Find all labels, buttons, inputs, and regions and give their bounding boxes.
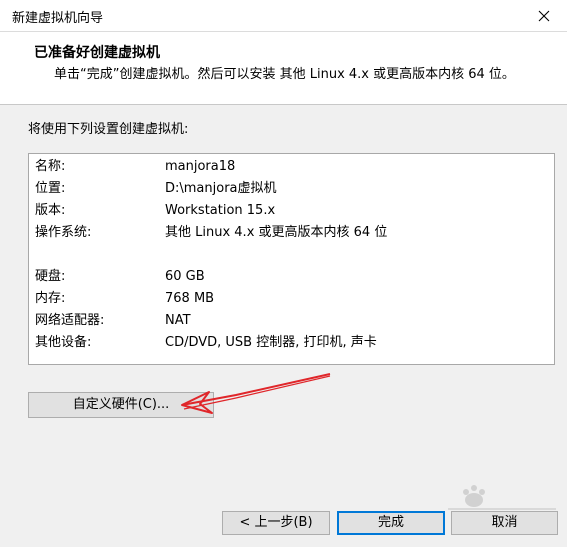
- window-title: 新建虚拟机向导: [12, 11, 104, 26]
- summary-key: 其他设备:: [35, 335, 92, 350]
- close-button[interactable]: [521, 0, 567, 31]
- summary-value: D:\manjora虚拟机: [165, 181, 277, 196]
- finish-button[interactable]: 完成: [337, 511, 445, 535]
- summary-key: 网络适配器:: [35, 313, 105, 328]
- summary-key: 版本:: [35, 203, 66, 218]
- settings-summary-box: 名称: manjora18 位置: D:\manjora虚拟机 版本: Work…: [28, 153, 555, 365]
- summary-value: Workstation 15.x: [165, 203, 276, 218]
- summary-key: 操作系统:: [35, 225, 92, 240]
- back-button[interactable]: < 上一步(B): [222, 511, 330, 535]
- summary-key: 位置:: [35, 181, 66, 196]
- summary-value: manjora18: [165, 159, 236, 174]
- summary-value: NAT: [165, 313, 191, 328]
- summary-key: 内存:: [35, 291, 66, 306]
- cancel-button[interactable]: 取消: [451, 511, 558, 535]
- summary-value: 其他 Linux 4.x 或更高版本内核 64 位: [165, 225, 388, 240]
- header-title: 已准备好创建虚拟机: [34, 45, 160, 61]
- summary-key: 名称:: [35, 159, 66, 174]
- close-icon: [538, 10, 550, 21]
- customize-hardware-button[interactable]: 自定义硬件(C)...: [28, 392, 214, 418]
- summary-value: 768 MB: [165, 291, 215, 306]
- header-description: 单击“完成”创建虚拟机。然后可以安装 其他 Linux 4.x 或更高版本内核 …: [54, 67, 515, 82]
- summary-key: 硬盘:: [35, 269, 66, 284]
- title-bar: 新建虚拟机向导: [0, 0, 567, 32]
- summary-value: CD/DVD, USB 控制器, 打印机, 声卡: [165, 335, 377, 350]
- header-panel: 已准备好创建虚拟机 单击“完成”创建虚拟机。然后可以安装 其他 Linux 4.…: [0, 32, 567, 105]
- summary-value: 60 GB: [165, 269, 205, 284]
- intro-text: 将使用下列设置创建虚拟机:: [28, 122, 189, 137]
